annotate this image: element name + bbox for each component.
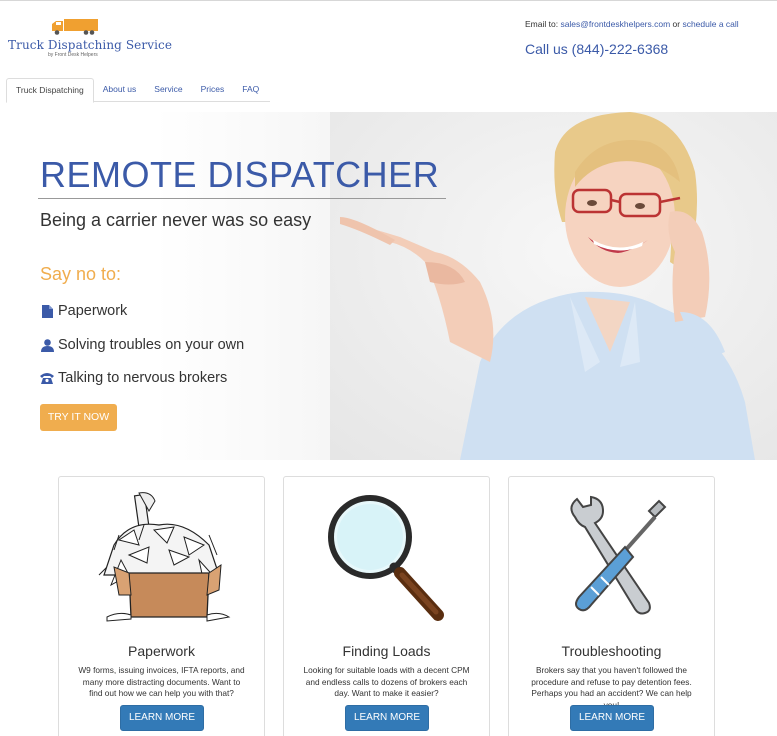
nav-tab-truck-dispatching[interactable]: Truck Dispatching: [6, 78, 94, 103]
paperwork-pile-icon: [98, 492, 231, 622]
magnifying-glass-icon: [328, 495, 444, 621]
bullet-text: Talking to nervous brokers: [58, 370, 228, 386]
bullet-text: Solving troubles on your own: [58, 337, 245, 353]
nav-tab-prices[interactable]: Prices: [192, 78, 234, 102]
card-title: Finding Loads: [342, 643, 431, 659]
logo-subtitle: by Front Desk Helpers: [48, 52, 98, 58]
nav-tab-faq[interactable]: FAQ: [233, 78, 268, 102]
main-nav: Truck Dispatching About us Service Price…: [6, 78, 270, 103]
card-finding-loads: Finding Loads Looking for suitable loads…: [283, 476, 490, 736]
say-no-heading: Say no to:: [40, 264, 122, 284]
try-it-now-button[interactable]: TRY IT NOW: [40, 404, 117, 431]
top-border: [0, 0, 777, 3]
hero-subtitle: Being a carrier never was so easy: [40, 210, 312, 230]
hero-title: REMOTE DISPATCHER: [40, 154, 440, 195]
card-troubleshooting: Troubleshooting Brokers say that you hav…: [508, 476, 715, 736]
learn-more-finding-loads-button[interactable]: LEARN MORE: [345, 705, 429, 731]
hero-banner: REMOTE DISPATCHER Being a carrier never …: [0, 112, 777, 460]
learn-more-paperwork-button[interactable]: LEARN MORE: [120, 705, 204, 731]
hero-divider: [38, 198, 446, 199]
card-paperwork: Paperwork W9 forms, issuing invoices, IF…: [58, 476, 265, 736]
file-icon: [40, 304, 54, 318]
truck-logo-icon: [52, 19, 98, 35]
email-link[interactable]: sales@frontdeskhelpers.com: [560, 19, 670, 29]
user-icon: [40, 338, 54, 352]
tools-icon: [570, 495, 667, 615]
card-text: W9 forms, issuing invoices, IFTA reports…: [78, 665, 245, 698]
phone-icon: [40, 371, 54, 385]
card-title: Paperwork: [128, 643, 195, 659]
or-text: or: [670, 19, 683, 29]
nav-tab-about-us[interactable]: About us: [94, 78, 146, 102]
learn-more-troubleshooting-button[interactable]: LEARN MORE: [570, 705, 654, 731]
schedule-call-link[interactable]: schedule a call: [682, 19, 738, 29]
nav-tab-service[interactable]: Service: [145, 78, 191, 102]
email-prefix: Email to:: [525, 19, 561, 29]
card-title: Troubleshooting: [561, 643, 662, 659]
contact-line: Email to: sales@frontdeskhelpers.com or …: [525, 19, 739, 29]
logo-title: Truck Dispatching Service: [8, 38, 173, 52]
bullet-text: Paperwork: [58, 303, 128, 319]
card-text: Looking for suitable loads with a decent…: [303, 665, 470, 698]
phone-number[interactable]: Call us (844)-222-6368: [525, 41, 668, 57]
bullet-paperwork: Paperwork: [40, 303, 127, 319]
site-logo[interactable]: Truck Dispatching Service by Front Desk …: [8, 18, 172, 62]
bullet-solving-troubles: Solving troubles on your own: [40, 337, 244, 353]
bullet-talking-brokers: Talking to nervous brokers: [40, 370, 227, 386]
